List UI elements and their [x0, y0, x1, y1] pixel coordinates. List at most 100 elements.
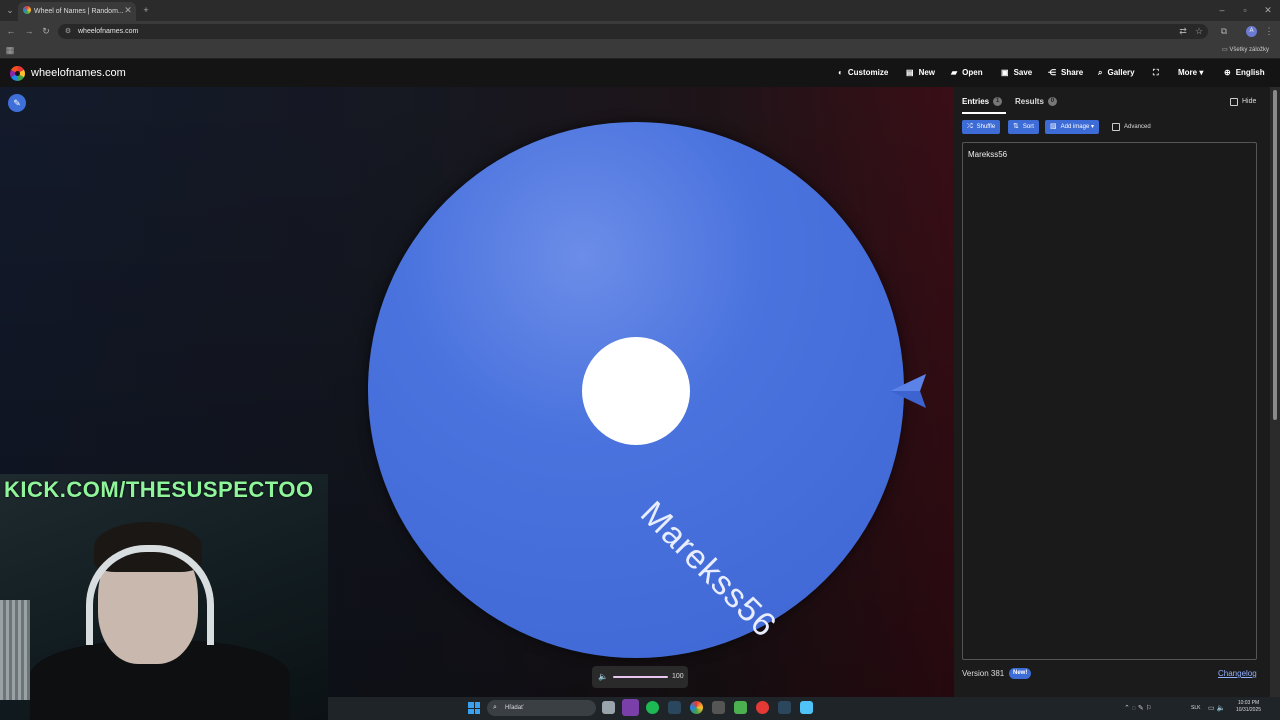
- shuffle-label: Shuffle: [976, 124, 996, 130]
- hide-label: Hide: [1242, 98, 1257, 105]
- tray-icons[interactable]: ⌃ ◌ ✎ ⚐: [1124, 697, 1152, 720]
- gallery-button[interactable]: ⌕ Gallery: [1098, 59, 1135, 87]
- shuffle-button[interactable]: ⤮ Shuffle: [962, 120, 1001, 134]
- window-close-icon[interactable]: ✕: [1262, 0, 1274, 21]
- restore-icon[interactable]: ▫: [1239, 0, 1251, 21]
- browser-tab[interactable]: Wheel of Names | Random...: [18, 2, 136, 21]
- tab-results-label: Results: [1015, 97, 1044, 106]
- folder-icon: ▰: [951, 68, 958, 77]
- discord-icon[interactable]: [622, 699, 639, 716]
- fullscreen-button[interactable]: ⛶: [1153, 59, 1164, 87]
- profile-avatar[interactable]: A: [1246, 26, 1257, 37]
- palette-icon: ◐: [838, 68, 843, 77]
- entries-textarea[interactable]: Marekss56: [962, 142, 1257, 660]
- reload-icon[interactable]: ↻: [40, 21, 52, 42]
- scrollbar-thumb[interactable]: [1273, 90, 1277, 420]
- open-label: Open: [962, 68, 983, 77]
- back-icon[interactable]: ←: [5, 21, 17, 42]
- advanced-checkbox[interactable]: [1112, 123, 1120, 131]
- clock-date: 10/31/2025: [1236, 707, 1262, 713]
- site-brand[interactable]: wheelofnames.com: [31, 59, 126, 87]
- save-icon: ▣: [1001, 68, 1009, 77]
- file-icon: ▤: [906, 68, 914, 77]
- steam-2-icon[interactable]: [778, 701, 791, 714]
- tab-entries-label: Entries: [962, 97, 990, 106]
- browser-menu-icon[interactable]: ⋮: [1264, 21, 1274, 42]
- chrome-icon[interactable]: [690, 701, 703, 714]
- tab-list-icon[interactable]: ⌄: [4, 0, 16, 21]
- chevron-down-icon: ▾: [1090, 124, 1094, 130]
- hide-checkbox[interactable]: [1230, 98, 1238, 106]
- share-icon: ⋲: [1048, 68, 1056, 77]
- taskbar-search[interactable]: Hľadať: [487, 700, 596, 716]
- search-icon: ⌕: [1098, 68, 1103, 77]
- clock-time: 10:03 PM: [1237, 700, 1260, 706]
- network-volume-icons[interactable]: ▭ 🔈: [1208, 697, 1225, 720]
- share-button[interactable]: ⋲ Share: [1048, 59, 1083, 87]
- url-text: wheelofnames.com: [78, 28, 139, 35]
- version-text: Version 381: [962, 669, 1005, 678]
- minimize-icon[interactable]: –: [1216, 0, 1228, 21]
- site-info-icon[interactable]: ⚙: [63, 21, 73, 42]
- wheel-center-hub[interactable]: [582, 337, 690, 445]
- volume-value: 100: [672, 673, 684, 680]
- new-label: New: [918, 68, 936, 77]
- volume-slider[interactable]: [613, 676, 668, 678]
- taskbar-search-icon: ⌕: [493, 704, 497, 711]
- app-icon[interactable]: [712, 701, 725, 714]
- sort-button[interactable]: ⇅ Sort: [1008, 120, 1039, 134]
- shuffle-icon: ⤮: [967, 123, 973, 130]
- wheel-logo-icon[interactable]: [10, 66, 25, 81]
- gallery-label: Gallery: [1107, 68, 1135, 77]
- apps-icon[interactable]: ▦: [4, 42, 16, 59]
- add-image-button[interactable]: ▨ Add image ▾: [1045, 120, 1099, 134]
- task-view-icon[interactable]: [602, 701, 615, 714]
- save-button[interactable]: ▣ Save: [1001, 59, 1032, 87]
- speaker-icon[interactable]: 🔈: [598, 666, 608, 688]
- new-tab-icon[interactable]: +: [141, 0, 151, 21]
- sort-icon: ⇅: [1013, 123, 1019, 130]
- entries-count-badge: 1: [993, 97, 1003, 107]
- advanced-label: Advanced: [1124, 124, 1151, 130]
- share-label: Share: [1061, 68, 1084, 77]
- tab-favicon-icon: [23, 6, 31, 14]
- windows-start-icon[interactable]: [468, 702, 480, 714]
- tab-results[interactable]: Results 0: [1015, 92, 1057, 114]
- results-count-badge: 0: [1047, 97, 1057, 107]
- forward-icon[interactable]: →: [23, 21, 35, 42]
- customize-button[interactable]: ◐ Customize: [838, 59, 888, 87]
- all-bookmarks-folder[interactable]: ▭ Všetky záložky: [1222, 42, 1269, 59]
- input-language[interactable]: SLK: [1191, 697, 1200, 720]
- more-label: More: [1178, 68, 1198, 77]
- address-bar[interactable]: wheelofnames.com: [58, 24, 1208, 39]
- bookmarks-folder-label: Všetky záložky: [1229, 47, 1270, 53]
- image-icon: ▨: [1050, 123, 1057, 130]
- edit-pencil-icon[interactable]: ✎: [8, 94, 26, 112]
- sort-label: Sort: [1022, 124, 1034, 130]
- new-badge[interactable]: New!: [1009, 668, 1032, 679]
- add-image-label: Add image: [1060, 124, 1090, 130]
- changelog-link[interactable]: Changelog: [1218, 666, 1257, 682]
- entry-line: Marekss56: [968, 150, 1008, 159]
- extensions-icon[interactable]: ⧉: [1218, 21, 1230, 42]
- bookmarks-bar: [0, 42, 1280, 59]
- taskbar-clock[interactable]: 10:03 PM 10/31/2025: [1236, 700, 1261, 714]
- new-button[interactable]: ▤ New: [906, 59, 935, 87]
- spotify-icon[interactable]: [646, 701, 659, 714]
- translate-icon[interactable]: ⇄: [1177, 21, 1189, 42]
- more-button[interactable]: More ▾: [1178, 59, 1203, 87]
- media-app-icon[interactable]: [756, 701, 769, 714]
- open-button[interactable]: ▰ Open: [951, 59, 983, 87]
- tab-entries[interactable]: Entries 1: [962, 92, 1007, 114]
- chevron-down-icon: ▾: [1199, 68, 1204, 77]
- notepad-icon[interactable]: [800, 701, 813, 714]
- language-button[interactable]: ⊕ English: [1224, 59, 1265, 87]
- customize-label: Customize: [847, 68, 889, 77]
- stream-url-text: KICK.COM/THESUSPECTOO: [4, 477, 314, 502]
- steam-icon[interactable]: [668, 701, 681, 714]
- language-label: English: [1235, 68, 1265, 77]
- tab-close-icon[interactable]: ✕: [123, 0, 133, 21]
- wheel-pointer-icon: [890, 374, 926, 408]
- file-app-icon[interactable]: [734, 701, 747, 714]
- bookmark-star-icon[interactable]: ☆: [1193, 21, 1205, 42]
